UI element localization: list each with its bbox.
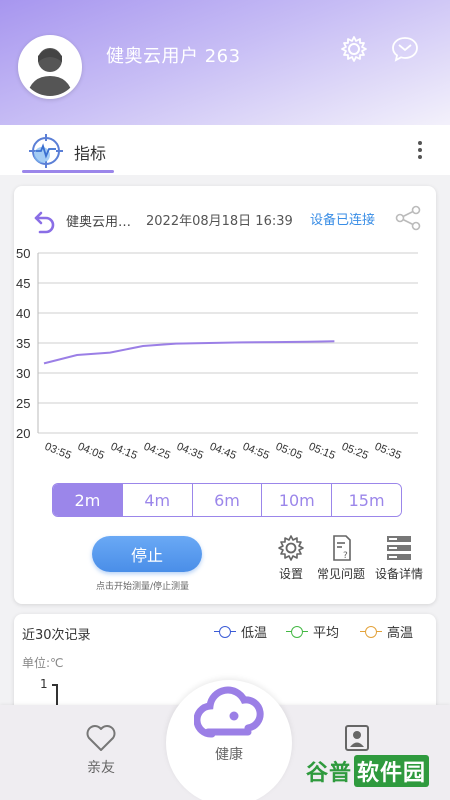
settings-gear-icon[interactable] <box>339 34 369 64</box>
legend-low-marker-icon <box>214 625 236 638</box>
tab-indicators[interactable]: 指标 <box>74 140 106 164</box>
stop-button[interactable]: 停止 <box>92 536 202 572</box>
device-status: 设备已连接 <box>310 213 376 228</box>
more-menu-icon[interactable] <box>410 135 430 165</box>
legend-high: 高温 <box>360 622 413 641</box>
measurement-card: 健奥云用… 2022年08月18日 16:39 设备已连接 50 45 40 35 30… <box>14 186 436 604</box>
legend-high-label: 高温 <box>387 626 414 641</box>
nav-health-label: 健康 <box>215 747 243 763</box>
gear-icon <box>278 535 304 561</box>
duration-selector: 2m 4m 6m 10m 15m <box>52 483 402 517</box>
x-tick-label: 05:35 <box>373 441 403 462</box>
duration-option-10m[interactable]: 10m <box>262 484 333 516</box>
watermark-part-b: 软件园 <box>354 755 430 787</box>
x-tick-label: 03:55 <box>43 441 73 462</box>
y-tick-label: 50 <box>16 246 30 261</box>
profile-header: 健奥云用户 263 <box>0 0 450 125</box>
indicator-tabbar: 指标 <box>0 125 450 175</box>
device-details-label: 设备详情 <box>374 567 423 581</box>
x-tick-label: 05:05 <box>274 441 304 462</box>
faq-document-icon: ? <box>333 535 351 561</box>
avatar-person-icon <box>21 38 79 96</box>
x-tick-label: 05:25 <box>340 441 370 462</box>
x-tick-label: 04:55 <box>241 441 271 462</box>
legend-avg-label: 平均 <box>313 626 340 641</box>
watermark: 谷普 软件园 <box>306 754 430 788</box>
x-tick-label: 04:15 <box>109 441 139 462</box>
duration-option-6m[interactable]: 6m <box>192 484 263 516</box>
y-tick-label: 35 <box>16 336 30 351</box>
y-tick-label: 25 <box>16 396 30 411</box>
x-tick-label: 04:05 <box>76 441 106 462</box>
back-arrow-icon[interactable] <box>32 208 58 234</box>
temperature-chart: 5045403530252003:55 04:05 04:15 04:25 04:35 0… <box>16 246 418 462</box>
svg-text:?: ? <box>343 551 348 561</box>
legend-avg-marker-icon <box>286 625 308 638</box>
legend-low-label: 低温 <box>241 626 268 641</box>
duration-option-15m[interactable]: 15m <box>332 484 401 516</box>
message-bubble-icon[interactable] <box>390 34 420 64</box>
device-datetime: 2022年08月18日 16:39 <box>146 214 293 229</box>
x-tick-label: 05:15 <box>307 441 337 462</box>
nav-profile[interactable] <box>317 723 397 753</box>
legend-high-marker-icon <box>360 625 382 638</box>
watermark-part-a: 谷普 <box>306 761 353 786</box>
heart-icon <box>86 725 116 751</box>
duration-option-2m[interactable]: 2m <box>53 484 123 516</box>
health-cloud-icon <box>194 686 264 738</box>
device-details-action[interactable]: 设备详情 <box>368 534 430 582</box>
stop-hint: 点击开始测量/停止测量 <box>96 582 190 592</box>
records-unit: 单位:℃ <box>22 656 64 670</box>
x-tick-label: 04:45 <box>208 441 238 462</box>
records-title: 近30次记录 <box>22 628 91 643</box>
records-ytick: 1 <box>40 677 48 691</box>
x-tick-label: 04:25 <box>142 441 172 462</box>
series-line <box>43 340 335 365</box>
x-tick-label: 04:35 <box>175 441 205 462</box>
y-tick-label: 40 <box>16 306 30 321</box>
avatar[interactable] <box>18 35 82 99</box>
nav-friends-label: 亲友 <box>87 760 115 776</box>
monitor-target-icon <box>29 134 63 168</box>
username: 健奥云用户 263 <box>106 46 241 67</box>
legend-avg: 平均 <box>286 622 339 641</box>
y-tick-label: 20 <box>16 426 30 441</box>
share-icon[interactable] <box>394 204 422 232</box>
nav-friends[interactable]: 亲友 <box>61 723 141 777</box>
device-list-icon <box>387 536 411 560</box>
tab-underline <box>22 170 114 173</box>
faq-action[interactable]: ? 常见问题 <box>310 534 372 582</box>
y-tick-label: 45 <box>16 276 30 291</box>
faq-label: 常见问题 <box>316 567 365 581</box>
duration-option-4m[interactable]: 4m <box>122 484 193 516</box>
profile-card-icon <box>345 725 369 751</box>
nav-health[interactable]: 健康 <box>166 680 292 800</box>
y-tick-label: 30 <box>16 366 30 381</box>
legend-low: 低温 <box>214 622 267 641</box>
device-name: 健奥云用… <box>66 215 132 230</box>
